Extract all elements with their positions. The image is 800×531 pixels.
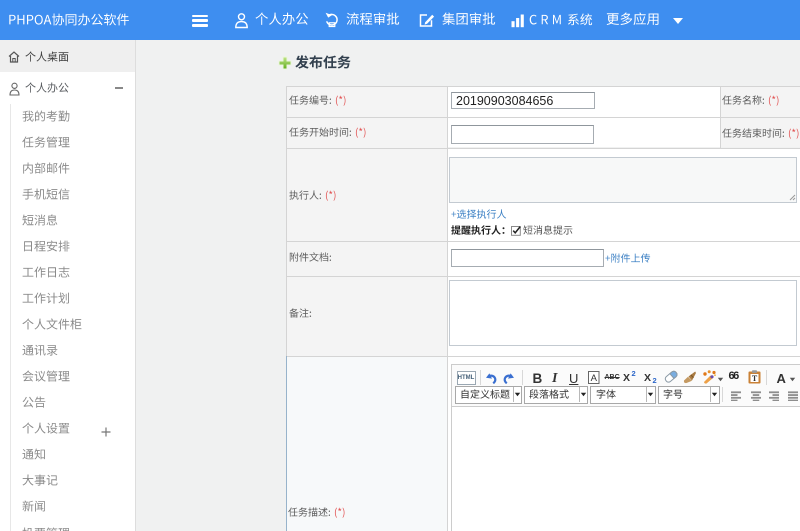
svg-text:A: A xyxy=(590,373,597,384)
svg-text:T: T xyxy=(751,374,757,383)
